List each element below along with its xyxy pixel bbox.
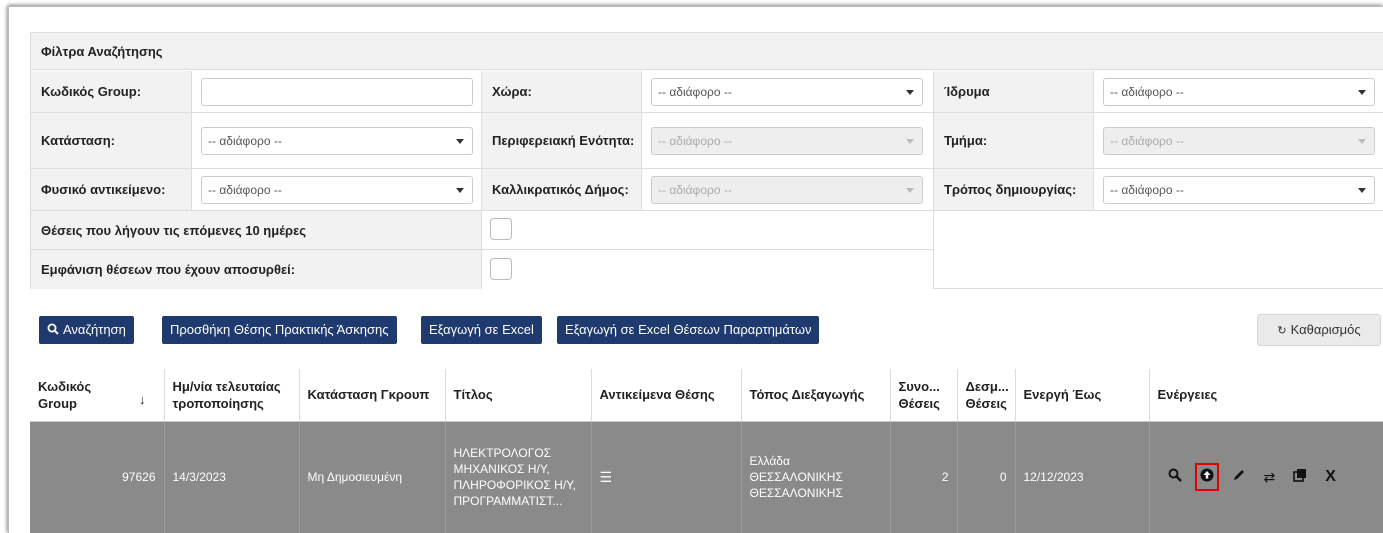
chevron-down-icon [456, 139, 464, 144]
export-excel-button[interactable]: Εξαγωγή σε Excel [421, 316, 542, 344]
group-code-cell [192, 71, 482, 113]
cell-bound-positions: 0 [957, 421, 1016, 533]
search-button-label: Αναζήτηση [63, 322, 126, 337]
publish-icon[interactable] [1194, 463, 1219, 492]
cell-active-until: 12/12/2023 [1015, 421, 1150, 533]
region-label: Περιφερειακή Ενότητα: [482, 113, 642, 169]
cell-group-status: Μη Δημοσιευμένη [299, 421, 446, 533]
column-header-title[interactable]: Τίτλος [445, 369, 592, 422]
copy-icon[interactable] [1293, 468, 1307, 486]
cell-title: ΗΛΕΚΤΡΟΛΟΓΟΣ ΜΗΧΑΝΙΚΟΣ Η/Υ, ΠΛΗΡΟΦΟΡΙΚΟΣ… [445, 421, 592, 533]
institution-label: Ίδρυμα [934, 71, 1094, 113]
column-header-objects[interactable]: Αντικείμενα Θέσης [591, 369, 742, 422]
chevron-down-icon [1358, 188, 1366, 193]
region-select[interactable]: -- αδιάφορο -- [651, 127, 923, 155]
column-header-last-modified[interactable]: Ημ/νία τελευταίας τροποποίησης [164, 369, 300, 422]
clear-button[interactable]: ↻ Καθαρισμός [1257, 314, 1381, 346]
country-cell: -- αδιάφορο -- [642, 71, 934, 113]
department-cell: -- αδιάφορο -- [1094, 113, 1383, 169]
chevron-down-icon [906, 90, 914, 95]
group-code-input[interactable] [201, 78, 473, 106]
municipality-cell: -- αδιάφορο -- [642, 169, 934, 211]
country-select-value: -- αδιάφορο -- [658, 85, 732, 99]
cell-group-code: 97626 [30, 421, 165, 533]
cell-last-modified: 14/3/2023 [164, 421, 300, 533]
institution-select-value: -- αδιάφορο -- [1110, 85, 1184, 99]
withdrawn-positions-cell [482, 250, 934, 289]
country-select[interactable]: -- αδιάφορο -- [651, 78, 923, 106]
column-header-group-code-label: Κωδικός Group [38, 378, 92, 411]
group-code-label: Κωδικός Group: [31, 71, 192, 113]
withdrawn-positions-label: Εμφάνιση θέσεων που έχουν αποσυρθεί: [31, 250, 482, 289]
delete-icon[interactable]: X [1325, 469, 1336, 485]
row-actions: ⇄ X [1158, 463, 1377, 492]
export-excel-branches-button[interactable]: Εξαγωγή σε Excel Θέσεων Παραρτημάτων [557, 316, 820, 344]
expiring-positions-cell [482, 211, 934, 250]
filters-title: Φίλτρα Αναζήτησης [31, 33, 1383, 70]
physical-object-label: Φυσικό αντικείμενο: [31, 169, 192, 211]
chevron-down-icon [906, 139, 914, 144]
chevron-down-icon [456, 188, 464, 193]
results-table: Κωδικός Group ↓ Ημ/νία τελευταίας τροποπο… [30, 369, 1383, 533]
institution-select[interactable]: -- αδιάφορο -- [1103, 78, 1375, 106]
list-icon[interactable]: ☰ [600, 469, 613, 485]
department-label: Τμήμα: [934, 113, 1094, 169]
status-cell: -- αδιάφορο -- [192, 113, 482, 169]
search-icon [47, 323, 59, 335]
column-header-active-until[interactable]: Ενεργή Έως [1015, 369, 1150, 422]
column-header-group-status[interactable]: Κατάσταση Γκρουπ [299, 369, 446, 422]
add-position-button[interactable]: Προσθήκη Θέσης Πρακτικής Άσκησης [162, 316, 397, 344]
column-header-total-positions[interactable]: Συνο... Θέσεις [890, 369, 958, 422]
region-select-value: -- αδιάφορο -- [658, 134, 732, 148]
creation-mode-select[interactable]: -- αδιάφορο -- [1103, 176, 1375, 204]
clear-button-label: Καθαρισμός [1290, 322, 1361, 337]
region-cell: -- αδιάφορο -- [642, 113, 934, 169]
physical-object-cell: -- αδιάφορο -- [192, 169, 482, 211]
refresh-icon: ↻ [1277, 325, 1287, 337]
creation-mode-select-value: -- αδιάφορο -- [1110, 183, 1184, 197]
column-header-actions: Ενέργειες [1149, 369, 1383, 422]
expiring-positions-checkbox[interactable] [490, 218, 512, 240]
cell-total-positions: 2 [890, 421, 958, 533]
municipality-select-value: -- αδιάφορο -- [658, 183, 732, 197]
cell-objects: ☰ [591, 421, 742, 533]
institution-cell: -- αδιάφορο -- [1094, 71, 1383, 113]
chevron-down-icon [906, 188, 914, 193]
withdrawn-positions-checkbox[interactable] [490, 258, 512, 280]
chevron-down-icon [1358, 139, 1366, 144]
expiring-positions-label: Θέσεις που λήγουν τις επόμενες 10 ημέρες [31, 211, 482, 250]
transfer-icon[interactable]: ⇄ [1264, 469, 1276, 485]
table-header-row: Κωδικός Group ↓ Ημ/νία τελευταίας τροποπο… [30, 369, 1383, 422]
status-select-value: -- αδιάφορο -- [208, 134, 282, 148]
sort-desc-icon: ↓ [139, 392, 146, 407]
cell-actions: ⇄ X [1149, 421, 1383, 533]
view-icon[interactable] [1168, 468, 1182, 486]
creation-mode-label: Τρόπος δημιουργίας: [934, 169, 1094, 211]
chevron-down-icon [1358, 90, 1366, 95]
table-row[interactable]: 97626 14/3/2023 Μη Δημοσιευμένη ΗΛΕΚΤΡΟΛ… [30, 421, 1383, 533]
physical-object-select-value: -- αδιάφορο -- [208, 183, 282, 197]
cell-location: Ελλάδα ΘΕΣΣΑΛΟΝΙΚΗΣ ΘΕΣΣΑΛΟΝΙΚΗΣ [741, 421, 891, 533]
edit-icon[interactable] [1232, 468, 1246, 486]
status-select[interactable]: -- αδιάφορο -- [201, 127, 473, 155]
column-header-bound-positions[interactable]: Δεσμ... Θέσεις [957, 369, 1016, 422]
status-label: Κατάσταση: [31, 113, 192, 169]
country-label: Χώρα: [482, 71, 642, 113]
search-button[interactable]: Αναζήτηση [39, 316, 134, 344]
column-header-location[interactable]: Τόπος Διεξαγωγής [741, 369, 891, 422]
column-header-group-code[interactable]: Κωδικός Group ↓ [30, 369, 165, 422]
municipality-select[interactable]: -- αδιάφορο -- [651, 176, 923, 204]
search-filters-panel: Φίλτρα Αναζήτησης Κωδικός Group: Χώρα: -… [30, 32, 1383, 289]
department-select-value: -- αδιάφορο -- [1110, 134, 1184, 148]
department-select[interactable]: -- αδιάφορο -- [1103, 127, 1375, 155]
physical-object-select[interactable]: -- αδιάφορο -- [201, 176, 473, 204]
municipality-label: Καλλικρατικός Δήμος: [482, 169, 642, 211]
creation-mode-cell: -- αδιάφορο -- [1094, 169, 1383, 211]
